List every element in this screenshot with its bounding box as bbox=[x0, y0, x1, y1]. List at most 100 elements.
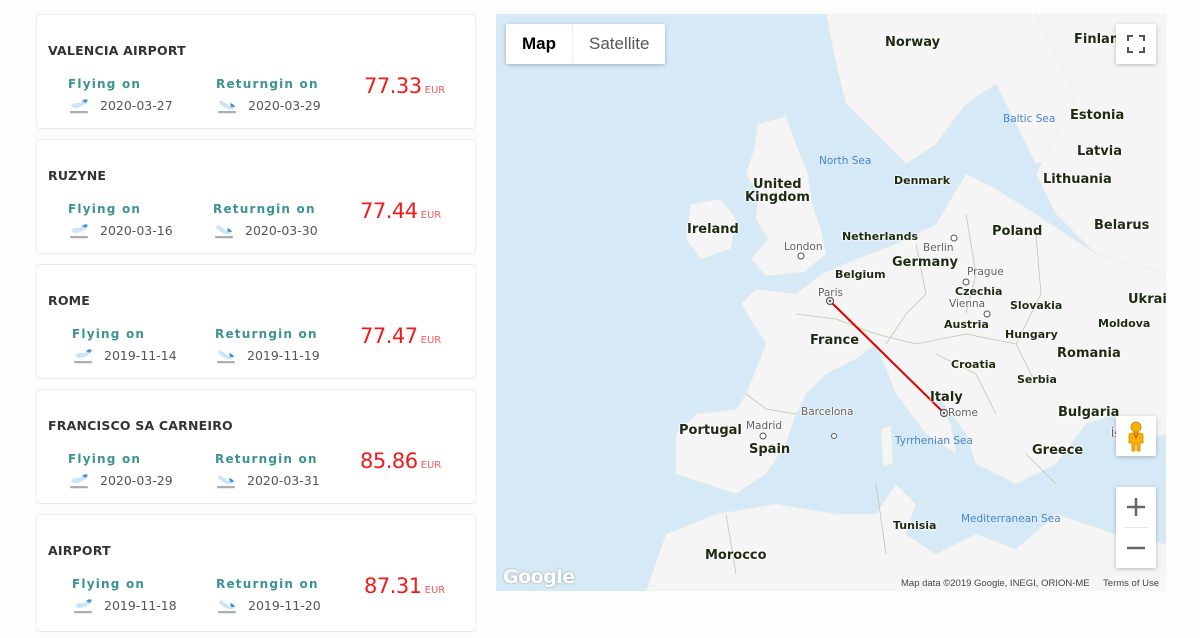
plane-takeoff-icon bbox=[70, 474, 88, 489]
price: 77.44 EUR bbox=[360, 199, 441, 223]
zoom-in-button[interactable] bbox=[1116, 487, 1156, 527]
returning-on-label: Returngin on bbox=[216, 77, 319, 91]
flight-list: VALENCIA AIRPORT Flying on 2020-03-27 Re… bbox=[36, 14, 476, 638]
map-label-kingdom: Kingdom bbox=[745, 190, 810, 205]
map-label-tyrrhenian-sea: Tyrrhenian Sea bbox=[895, 435, 973, 447]
map-label-croatia: Croatia bbox=[951, 358, 996, 371]
map-label-mediterranean-sea: Mediterranean Sea bbox=[961, 513, 1061, 525]
flight-card[interactable]: ROME Flying on 2019-11-14 Returngin on 2… bbox=[36, 264, 476, 379]
map-label-czechia: Czechia bbox=[955, 285, 1003, 298]
returning-date: 2020-03-31 bbox=[247, 473, 320, 488]
fullscreen-button[interactable] bbox=[1116, 24, 1156, 64]
map-label-spain: Spain bbox=[749, 442, 791, 457]
price-value: 85.86 bbox=[360, 449, 418, 473]
map-type-map-button[interactable]: Map bbox=[506, 24, 573, 64]
price-currency: EUR bbox=[420, 460, 442, 471]
flying-on-section: Flying on 2019-11-14 bbox=[72, 327, 177, 366]
flying-date: 2020-03-27 bbox=[100, 98, 173, 113]
map-label-tunisia: Tunisia bbox=[893, 519, 937, 532]
plane-landing-icon bbox=[218, 100, 236, 114]
city-marker-london bbox=[797, 252, 805, 260]
map-label-bulgaria: Bulgaria bbox=[1058, 405, 1120, 420]
city-marker-madrid bbox=[759, 432, 767, 440]
plane-takeoff-icon bbox=[70, 224, 88, 239]
destination-name: ROME bbox=[48, 293, 91, 308]
flying-on-label: Flying on bbox=[68, 202, 142, 216]
price: 77.33 EUR bbox=[364, 74, 445, 98]
price-currency: EUR bbox=[424, 585, 446, 596]
flying-on-section: Flying on 2020-03-16 bbox=[68, 202, 173, 241]
flight-card[interactable]: AIRPORT Flying on 2019-11-18 Returngin o… bbox=[36, 514, 476, 632]
plane-landing-icon bbox=[217, 475, 235, 489]
price-currency: EUR bbox=[424, 85, 446, 96]
map-label-austria: Austria bbox=[944, 318, 989, 331]
map-label-barcelona: Barcelona bbox=[801, 406, 854, 418]
flight-card[interactable]: FRANCISCO SA CARNEIRO Flying on 2020-03-… bbox=[36, 389, 476, 504]
map-label-paris: Paris bbox=[818, 287, 843, 299]
city-marker-berlin bbox=[950, 234, 958, 242]
plane-landing-icon bbox=[218, 600, 236, 614]
plus-icon bbox=[1127, 498, 1145, 516]
returning-on-section: Returngin on 2020-03-31 bbox=[215, 452, 320, 491]
map-label-italy: Italy bbox=[930, 390, 963, 405]
map-label-prague: Prague bbox=[967, 266, 1004, 278]
map-label-north-sea: North Sea bbox=[819, 155, 872, 167]
map-label-netherlands: Netherlands bbox=[842, 230, 919, 243]
map-label-vienna: Vienna bbox=[949, 298, 986, 310]
returning-on-section: Returngin on 2019-11-19 bbox=[215, 327, 320, 366]
price-currency: EUR bbox=[420, 210, 442, 221]
terms-of-use-link[interactable]: Terms of Use bbox=[1103, 576, 1159, 591]
flight-card[interactable]: RUZYNE Flying on 2020-03-16 Returngin on bbox=[36, 139, 476, 254]
price-value: 77.44 bbox=[360, 199, 418, 223]
plane-takeoff-icon bbox=[74, 599, 92, 614]
flying-on-section: Flying on 2020-03-29 bbox=[68, 452, 173, 491]
flying-on-label: Flying on bbox=[68, 452, 142, 466]
map-label-greece: Greece bbox=[1032, 443, 1084, 458]
flying-date: 2019-11-18 bbox=[104, 598, 177, 613]
destination-name: RUZYNE bbox=[48, 168, 107, 183]
price-value: 77.33 bbox=[364, 74, 422, 98]
destination-name: FRANCISCO SA CARNEIRO bbox=[48, 418, 233, 433]
street-view-pegman-icon bbox=[1128, 421, 1144, 452]
map-label-estonia: Estonia bbox=[1070, 108, 1125, 123]
returning-on-label: Returngin on bbox=[216, 577, 319, 591]
returning-on-section: Returngin on 2020-03-29 bbox=[216, 77, 321, 116]
map-label-baltic-sea: Baltic Sea bbox=[1003, 113, 1056, 125]
destination-name: VALENCIA AIRPORT bbox=[48, 43, 186, 58]
map-label-slovakia: Slovakia bbox=[1010, 299, 1063, 312]
google-map[interactable]: Norway Finlan Baltic Sea Estonia Latvia … bbox=[496, 14, 1166, 591]
map-type-control: Map Satellite bbox=[506, 24, 666, 64]
plane-takeoff-icon bbox=[70, 99, 88, 114]
price: 87.31 EUR bbox=[364, 574, 445, 598]
minus-icon bbox=[1127, 546, 1145, 550]
zoom-control bbox=[1116, 487, 1156, 568]
flying-on-label: Flying on bbox=[72, 327, 146, 341]
map-label-portugal: Portugal bbox=[679, 423, 742, 438]
city-marker-vienna bbox=[983, 310, 991, 318]
map-label-finland: Finlan bbox=[1074, 32, 1120, 47]
flying-on-label: Flying on bbox=[68, 77, 142, 91]
map-label-norway: Norway bbox=[885, 35, 941, 50]
map-canvas[interactable] bbox=[496, 14, 1166, 591]
price: 77.47 EUR bbox=[360, 324, 441, 348]
price-currency: EUR bbox=[420, 335, 442, 346]
plane-landing-icon bbox=[217, 350, 235, 364]
fullscreen-icon bbox=[1127, 35, 1145, 53]
map-label-london: London bbox=[784, 241, 823, 253]
map-label-germany: Germany bbox=[892, 255, 958, 270]
returning-date: 2019-11-19 bbox=[247, 348, 320, 363]
returning-on-section: Returngin on 2019-11-20 bbox=[216, 577, 321, 616]
land-north-africa bbox=[645, 483, 1166, 591]
map-type-satellite-button[interactable]: Satellite bbox=[573, 24, 665, 64]
street-view-button[interactable] bbox=[1116, 416, 1156, 456]
price-value: 87.31 bbox=[364, 574, 422, 598]
map-label-poland: Poland bbox=[992, 224, 1043, 239]
city-marker-barcelona bbox=[831, 433, 837, 439]
zoom-out-button[interactable] bbox=[1116, 528, 1156, 568]
returning-date: 2020-03-30 bbox=[245, 223, 318, 238]
google-logo[interactable]: Google bbox=[503, 566, 575, 588]
flight-card[interactable]: VALENCIA AIRPORT Flying on 2020-03-27 Re… bbox=[36, 14, 476, 129]
returning-on-label: Returngin on bbox=[215, 452, 318, 466]
map-label-france: France bbox=[810, 333, 860, 348]
returning-on-section: Returngin on 2020-03-30 bbox=[213, 202, 318, 241]
